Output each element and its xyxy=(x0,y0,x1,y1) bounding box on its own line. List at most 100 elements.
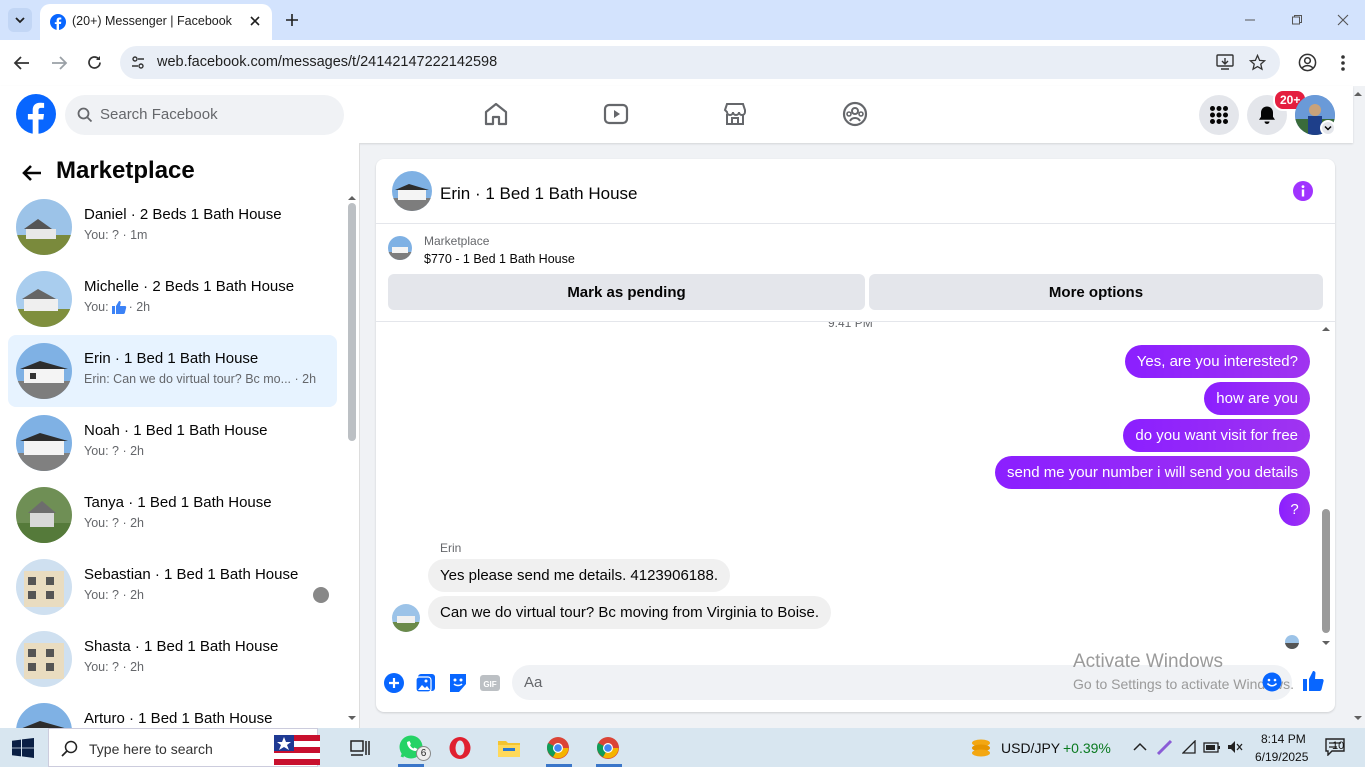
clock-date[interactable]: 6/19/2025 xyxy=(1255,750,1308,764)
conversation-item-noah[interactable]: Noah · 1 Bed 1 Bath House You: ? · 2h xyxy=(8,407,337,479)
house-photo-icon xyxy=(392,604,420,632)
mark-as-pending-button[interactable]: Mark as pending xyxy=(388,274,865,310)
bookmark-star-icon[interactable] xyxy=(1249,54,1266,71)
new-tab-button[interactable] xyxy=(282,10,302,30)
outgoing-message[interactable]: send me your number i will send you deta… xyxy=(995,456,1310,489)
gif-icon[interactable]: GIF xyxy=(479,672,501,694)
marketplace-icon[interactable] xyxy=(721,100,749,128)
forward-arrow-icon[interactable] xyxy=(50,55,68,71)
incoming-message[interactable]: Yes please send me details. 4123906188. xyxy=(428,559,730,592)
listing-thumbnail xyxy=(16,631,72,687)
page-scroll-up-icon[interactable] xyxy=(1353,91,1363,97)
currency-icon[interactable] xyxy=(970,737,992,759)
chevron-up-icon[interactable] xyxy=(1133,742,1147,752)
conversation-name: Erin · 1 Bed 1 Bath House xyxy=(84,350,259,367)
facebook-logo-icon[interactable] xyxy=(16,94,56,134)
scroll-up-icon[interactable] xyxy=(1321,326,1331,332)
groups-icon[interactable] xyxy=(841,100,869,128)
conversation-item-tanya[interactable]: Tanya · 1 Bed 1 Bath House You: ? · 2h xyxy=(8,479,337,551)
sender-name: Erin xyxy=(440,541,462,555)
install-app-icon[interactable] xyxy=(1216,54,1234,71)
tab-close-button[interactable] xyxy=(246,12,264,30)
tab-title: (20+) Messenger | Facebook xyxy=(72,14,232,28)
listing-price[interactable]: $770 - 1 Bed 1 Bath House xyxy=(424,252,575,266)
taskbar-whatsapp[interactable]: 6 xyxy=(398,734,432,764)
conversation-item-sebastian[interactable]: Sebastian · 1 Bed 1 Bath House You: ? · … xyxy=(8,551,337,623)
back-arrow-icon[interactable] xyxy=(13,55,31,71)
minimize-button[interactable] xyxy=(1238,8,1262,32)
search-icon xyxy=(77,107,93,123)
tab-search-button[interactable] xyxy=(8,8,32,32)
thumbs-up-icon xyxy=(111,301,126,314)
scroll-down-icon[interactable] xyxy=(1321,640,1331,646)
conversation-item-daniel[interactable]: Daniel · 2 Beds 1 Bath House You: ? · 1m xyxy=(8,191,337,263)
conversation-preview: You: ? · 2h xyxy=(84,588,145,602)
outgoing-message[interactable]: how are you xyxy=(1204,382,1310,415)
site-info-icon[interactable] xyxy=(130,55,146,71)
chat-title[interactable]: Erin · 1 Bed 1 Bath House xyxy=(440,184,638,204)
browser-tab-bar: (20+) Messenger | Facebook xyxy=(0,0,1365,40)
conversation-item-erin[interactable]: Erin · 1 Bed 1 Bath House Erin: Can we d… xyxy=(8,335,337,407)
scroll-up-icon[interactable] xyxy=(347,195,357,201)
kebab-menu-icon[interactable] xyxy=(1340,54,1346,72)
listing-thumbnail xyxy=(16,343,72,399)
thumbs-up-icon[interactable] xyxy=(1302,670,1324,692)
fx-pair[interactable]: USD/JPY xyxy=(1001,740,1060,756)
info-icon[interactable] xyxy=(1293,181,1313,201)
reload-icon[interactable] xyxy=(86,54,103,71)
address-bar[interactable]: web.facebook.com/messages/t/241421472221… xyxy=(120,46,1280,79)
facebook-favicon-icon xyxy=(50,14,66,30)
chat-scrollbar[interactable] xyxy=(1322,509,1330,633)
plus-circle-icon[interactable] xyxy=(383,672,405,694)
chrome-profile-icon[interactable] xyxy=(596,736,620,760)
house-photo-icon xyxy=(16,703,72,728)
taskbar-search-box[interactable]: Type here to search xyxy=(48,728,320,767)
conversation-name: Michelle · 2 Beds 1 Bath House xyxy=(84,278,295,295)
pen-icon[interactable] xyxy=(1156,738,1174,756)
chrome-icon[interactable] xyxy=(546,736,570,760)
emoji-icon[interactable] xyxy=(1262,672,1282,692)
outgoing-message[interactable]: do you want visit for free xyxy=(1123,419,1310,452)
more-options-button[interactable]: More options xyxy=(869,274,1323,310)
profile-icon[interactable] xyxy=(1298,53,1317,72)
scroll-down-icon[interactable] xyxy=(347,715,357,721)
home-icon[interactable] xyxy=(482,100,510,128)
windows-taskbar: Type here to search 6 USD/JPY +0.39% 8:1… xyxy=(0,728,1365,767)
battery-icon[interactable] xyxy=(1203,740,1221,754)
listing-thumbnail[interactable] xyxy=(388,236,412,260)
sender-avatar[interactable] xyxy=(392,604,420,632)
incoming-message[interactable]: Can we do virtual tour? Bc moving from V… xyxy=(428,596,832,629)
conversation-item-arturo[interactable]: Arturo · 1 Bed 1 Bath House xyxy=(8,695,337,728)
house-photo-icon xyxy=(16,487,72,543)
file-explorer-icon[interactable] xyxy=(497,736,521,760)
opera-icon[interactable] xyxy=(448,736,472,760)
page-scroll-down-icon[interactable] xyxy=(1353,715,1363,721)
restore-button[interactable] xyxy=(1285,8,1309,32)
photo-icon[interactable] xyxy=(415,672,437,694)
network-icon[interactable] xyxy=(1182,740,1198,754)
chevron-down-icon xyxy=(15,17,25,24)
outgoing-message[interactable]: Yes, are you interested? xyxy=(1124,345,1310,378)
video-icon[interactable] xyxy=(602,100,630,128)
windows-start-icon[interactable] xyxy=(12,738,34,758)
close-window-button[interactable] xyxy=(1331,8,1355,32)
conversation-item-michelle[interactable]: Michelle · 2 Beds 1 Bath House You: · 2h xyxy=(8,263,337,335)
sidebar-scrollbar[interactable] xyxy=(348,203,356,441)
browser-tab[interactable]: (20+) Messenger | Facebook xyxy=(40,4,272,40)
preview-suffix: · 2h xyxy=(128,300,151,314)
outgoing-message[interactable]: ? xyxy=(1279,493,1310,526)
back-arrow-icon[interactable] xyxy=(20,161,44,185)
menu-button[interactable] xyxy=(1199,95,1239,135)
task-view-icon[interactable] xyxy=(348,736,372,760)
volume-muted-icon[interactable] xyxy=(1227,740,1243,754)
facebook-search-input[interactable]: Search Facebook xyxy=(65,95,344,135)
action-center-count: 10 xyxy=(1332,740,1345,752)
chat-avatar[interactable] xyxy=(392,171,432,211)
conversation-name: Daniel · 2 Beds 1 Bath House xyxy=(84,206,282,223)
whatsapp-badge: 6 xyxy=(416,746,431,761)
account-caret[interactable] xyxy=(1320,120,1336,136)
clock-time[interactable]: 8:14 PM xyxy=(1261,732,1306,746)
activate-windows-title: Activate Windows xyxy=(1073,651,1223,672)
sticker-icon[interactable] xyxy=(447,672,469,694)
conversation-item-shasta[interactable]: Shasta · 1 Bed 1 Bath House You: ? · 2h xyxy=(8,623,337,695)
